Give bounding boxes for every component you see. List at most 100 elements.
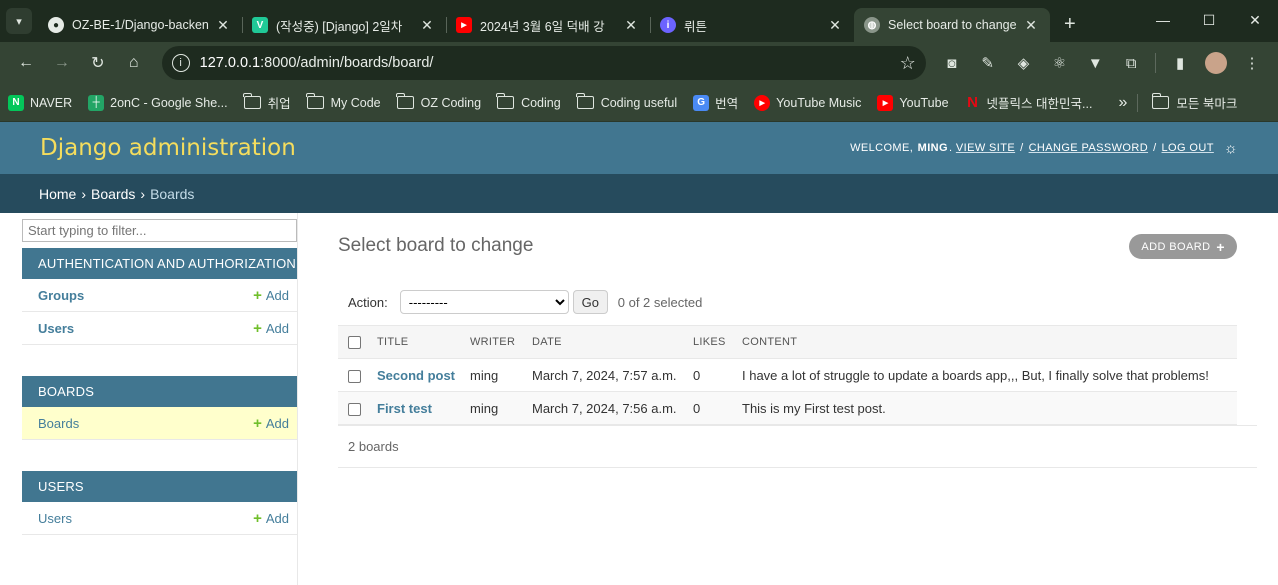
actions-bar: Action: --------- Go 0 of 2 selected <box>338 290 1258 314</box>
model-link[interactable]: Boards <box>38 416 79 431</box>
model-link[interactable]: Users <box>38 321 74 336</box>
close-tab-icon[interactable]: ✕ <box>826 17 844 34</box>
back-icon[interactable]: ← <box>8 47 44 79</box>
browser-tab-active[interactable]: ◍ Select board to change ✕ <box>854 8 1050 42</box>
address-bar[interactable]: i 127.0.0.1:8000/admin/boards/board/ ☆ <box>161 46 926 80</box>
puzzle-icon[interactable]: ⧉ <box>1113 47 1149 79</box>
bookmark-star-icon[interactable]: ☆ <box>900 53 916 74</box>
sidebar-item-users: Users + Add <box>22 502 297 535</box>
title-cell: Second post <box>372 358 465 392</box>
title-link[interactable]: First test <box>377 401 432 416</box>
add-link[interactable]: + Add <box>253 415 289 432</box>
vue-devtools-icon[interactable]: ▼ <box>1077 47 1113 79</box>
react-devtools-icon[interactable]: ⚛ <box>1041 47 1077 79</box>
camera-icon[interactable]: ◙ <box>934 47 970 79</box>
column-likes[interactable]: LIKES <box>688 325 737 359</box>
paginator: 2 boards <box>338 425 1257 468</box>
model-link[interactable]: Users <box>38 511 72 526</box>
log-out-link[interactable]: LOG OUT <box>1162 142 1214 154</box>
nav-sidebar: AUTHENTICATION AND AUTHORIZATION Groups … <box>0 213 298 585</box>
url-text[interactable]: 127.0.0.1:8000/admin/boards/board/ <box>200 55 900 71</box>
column-date[interactable]: DATE <box>527 325 688 359</box>
add-link[interactable]: + Add <box>253 320 289 337</box>
select-all-checkbox[interactable] <box>348 335 361 349</box>
side-panel-icon[interactable]: ▮ <box>1162 47 1198 79</box>
action-select[interactable]: --------- <box>399 290 569 314</box>
sheets-icon: ┼ <box>88 94 105 111</box>
change-password-link[interactable]: CHANGE PASSWORD <box>1029 142 1148 154</box>
bookmark-netflix[interactable]: N 넷플릭스 대한민국... <box>965 93 1092 112</box>
breadcrumb-home[interactable]: Home <box>39 186 76 202</box>
column-writer[interactable]: WRITER <box>465 325 527 359</box>
home-icon[interactable]: ⌂ <box>116 47 152 79</box>
add-board-button[interactable]: ADD BOARD + <box>1129 234 1237 259</box>
content-cell: This is my First test post. <box>737 391 1237 425</box>
title-link[interactable]: Second post <box>377 368 455 383</box>
breadcrumb-app[interactable]: Boards <box>91 186 135 202</box>
close-tab-icon[interactable]: ✕ <box>418 17 436 34</box>
bookmark-folder[interactable]: 취업 <box>242 93 291 112</box>
module-caption[interactable]: BOARDS <box>22 376 297 407</box>
browser-tab[interactable]: ● OZ-BE-1/Django-backen ✕ <box>38 8 242 42</box>
bookmark-translate[interactable]: G 번역 <box>693 93 738 112</box>
wrtn-icon: i <box>660 17 676 33</box>
module-caption[interactable]: USERS <box>22 471 297 502</box>
bookmark-folder[interactable]: My Code <box>305 93 381 110</box>
all-bookmarks[interactable]: 모든 북마크 <box>1151 93 1237 112</box>
browser-tab[interactable]: i 뤼튼 ✕ <box>650 8 854 42</box>
close-tab-icon[interactable]: ✕ <box>1022 17 1040 34</box>
profile-avatar[interactable] <box>1205 52 1228 74</box>
minimize-icon[interactable]: — <box>1140 0 1186 40</box>
add-plus-icon: + <box>253 286 262 304</box>
column-content[interactable]: CONTENT <box>737 325 1237 359</box>
separator: / <box>1153 142 1157 154</box>
toolbar-divider <box>1155 53 1157 73</box>
more-bookmarks-icon[interactable]: » <box>1118 94 1127 112</box>
add-plus-icon: + <box>253 414 262 432</box>
bookmark-youtube-music[interactable]: ▶ YouTube Music <box>754 94 861 111</box>
bookmark-naver[interactable]: N NAVER <box>8 94 72 111</box>
bookmark-sheets[interactable]: ┼ 2onC - Google She... <box>88 94 228 111</box>
close-window-icon[interactable]: ✕ <box>1232 0 1278 40</box>
netflix-icon: N <box>967 94 978 111</box>
close-tab-icon[interactable]: ✕ <box>214 17 232 34</box>
folder-icon <box>396 93 414 109</box>
folder-icon <box>576 93 594 109</box>
row-checkbox[interactable] <box>348 369 361 383</box>
date-cell: March 7, 2024, 7:57 a.m. <box>527 358 688 392</box>
site-branding[interactable]: Django administration <box>40 135 296 161</box>
model-link[interactable]: Groups <box>38 288 84 303</box>
row-checkbox[interactable] <box>348 402 361 416</box>
add-link[interactable]: + Add <box>253 287 289 304</box>
likes-cell: 0 <box>688 358 737 392</box>
sidebar-item-groups: Groups + Add <box>22 279 297 312</box>
extension-icon[interactable]: ◈ <box>1006 47 1042 79</box>
tab-search-button[interactable]: ▾ <box>6 8 32 34</box>
forward-icon[interactable]: → <box>44 47 80 79</box>
module-caption[interactable]: AUTHENTICATION AND AUTHORIZATION <box>22 248 297 279</box>
bookmark-folder[interactable]: Coding <box>496 93 561 110</box>
new-tab-icon[interactable]: + <box>1064 13 1088 36</box>
bookmark-youtube[interactable]: ▶ YouTube <box>877 94 949 111</box>
add-link[interactable]: + Add <box>253 510 289 527</box>
view-site-link[interactable]: VIEW SITE <box>956 142 1015 154</box>
site-info-icon[interactable]: i <box>171 54 190 72</box>
browser-tab[interactable]: V (작성중) [Django] 2일차 ✕ <box>242 8 446 42</box>
theme-toggle-icon[interactable]: ☼ <box>1224 140 1238 157</box>
column-title[interactable]: TITLE <box>372 325 465 359</box>
folder-icon <box>496 93 515 109</box>
maximize-icon[interactable]: ☐ <box>1186 0 1232 40</box>
bookmark-folder[interactable]: Coding useful <box>576 93 677 110</box>
folder-icon <box>305 93 324 109</box>
breadcrumb-separator: › <box>140 185 146 202</box>
close-tab-icon[interactable]: ✕ <box>622 17 640 34</box>
reload-icon[interactable]: ↻ <box>80 47 116 79</box>
nav-filter-input[interactable] <box>22 219 297 242</box>
browser-tab[interactable]: ▶ 2024년 3월 6일 덕배 강 ✕ <box>446 8 650 42</box>
eyedropper-icon[interactable]: ✎ <box>970 47 1006 79</box>
menu-kebab-icon[interactable]: ⋮ <box>1234 47 1270 79</box>
go-button[interactable]: Go <box>572 290 608 314</box>
action-label: Action: <box>348 294 388 310</box>
bookmark-folder[interactable]: OZ Coding <box>396 93 481 110</box>
welcome-text: WELCOME, <box>850 142 914 154</box>
